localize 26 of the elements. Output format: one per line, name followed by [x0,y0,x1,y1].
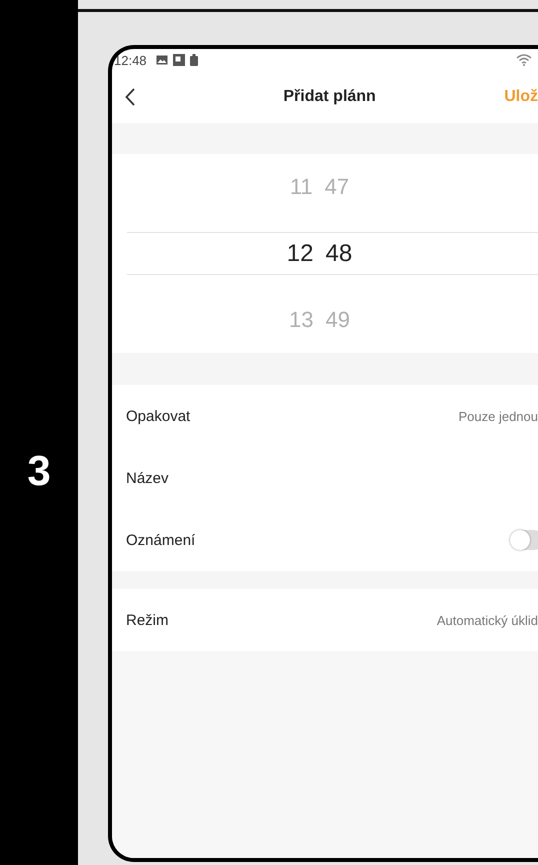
step-number: 3 [27,446,51,494]
minute-value: 49 [326,307,350,333]
notification-toggle[interactable] [510,530,538,550]
settings-row[interactable]: Oznámení [112,509,538,571]
setting-label: Oznámení [126,532,196,548]
setting-value: Automatický úklid [436,612,538,628]
screen-title: Přidat plánn [282,88,377,106]
status-time: 12:48 [114,52,147,68]
setting-value: Pouze jednou [458,408,538,424]
hour-value: 12 [286,240,314,268]
minute-value: 47 [324,174,350,200]
time-picker[interactable]: 11 47 12 48 13 49 [112,154,538,353]
hour-value: 13 [289,307,314,333]
image-icon [156,55,168,65]
setting-label: Režim [126,612,169,628]
wifi-icon [516,54,532,66]
settings-row[interactable]: Název [112,447,538,509]
settings-row[interactable]: Opakovat Pouze jednou [112,385,538,447]
minute-value: 48 [326,240,352,268]
setting-label: Název [126,470,169,486]
setting-label: Opakovat [126,408,190,424]
square-icon [172,54,185,66]
battery-icon [190,54,198,66]
back-icon[interactable] [125,88,135,106]
hour-value: 11 [290,174,313,200]
mode-row[interactable]: Režim Automatický úklid [112,589,538,651]
